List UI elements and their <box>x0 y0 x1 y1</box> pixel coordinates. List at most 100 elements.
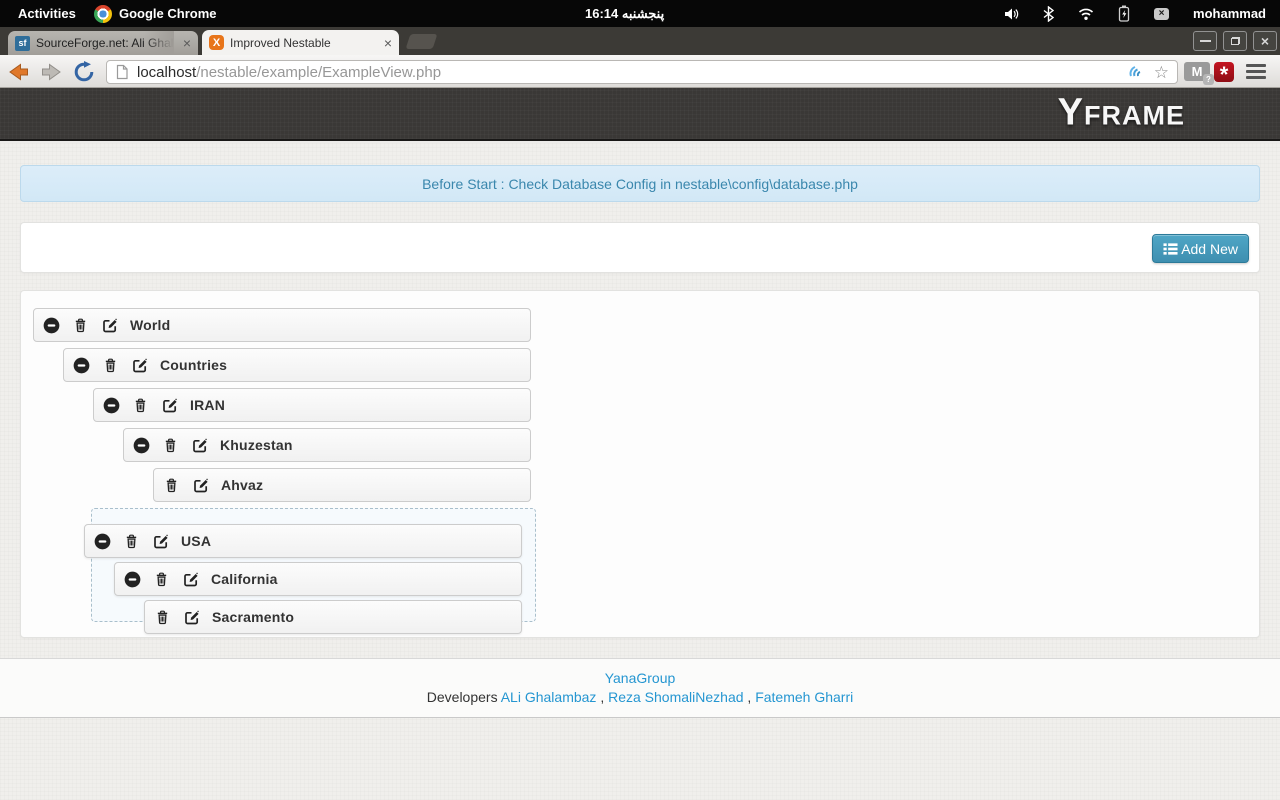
tab-close-button[interactable]: × <box>384 36 392 50</box>
chrome-logo-icon <box>94 4 112 23</box>
tree-item: IRAN Khuzestan Ahvaz <box>93 388 531 502</box>
window-minimize-button[interactable] <box>1193 31 1217 51</box>
tree-item-label: USA <box>181 533 212 549</box>
forward-button[interactable] <box>39 60 63 84</box>
list-icon <box>1163 242 1178 256</box>
edit-button[interactable] <box>131 357 148 374</box>
window-close-button[interactable]: × <box>1253 31 1277 51</box>
bluetooth-icon[interactable] <box>1043 5 1055 22</box>
developer-link[interactable]: Fatemeh Gharri <box>755 689 853 705</box>
collapse-button[interactable] <box>94 533 111 550</box>
developers-prefix: Developers <box>426 689 498 705</box>
page-content: Before Start : Check Database Config in … <box>0 143 1280 800</box>
back-button[interactable] <box>7 60 31 84</box>
tree-row-sacramento[interactable]: Sacramento <box>144 600 522 634</box>
tree-item-label: Ahvaz <box>221 477 264 493</box>
delete-button[interactable] <box>162 437 179 454</box>
edit-button[interactable] <box>183 609 200 626</box>
clock[interactable]: 16:14 پنجشنبه <box>585 0 664 27</box>
sourceforge-favicon: sf <box>15 35 30 51</box>
address-bar[interactable]: localhost/nestable/example/ExampleView.p… <box>106 60 1178 84</box>
site-header: YFRAME <box>0 88 1280 141</box>
dragging-group[interactable]: USA California Sacramento <box>84 524 522 638</box>
wifi-icon[interactable] <box>1078 7 1094 21</box>
page-icon <box>116 64 128 80</box>
xampp-favicon: X <box>209 35 224 50</box>
delete-button[interactable] <box>163 477 180 494</box>
separator: , <box>596 689 609 705</box>
tree-item-label: California <box>211 571 278 587</box>
minimize-icon <box>1199 40 1211 42</box>
tree-row-world[interactable]: World <box>33 308 531 342</box>
tab-strip: sf SourceForge.net: Ali Ghal × X Improve… <box>0 27 1280 55</box>
volume-icon[interactable] <box>1003 6 1019 22</box>
separator: , <box>743 689 756 705</box>
delete-button[interactable] <box>123 533 140 550</box>
new-tab-button[interactable] <box>405 34 438 49</box>
lastpass-extension-icon[interactable]: * <box>1214 62 1234 87</box>
reload-button[interactable] <box>72 60 96 84</box>
tree-row-california[interactable]: California <box>114 562 522 596</box>
tree-item: Khuzestan Ahvaz <box>123 428 531 502</box>
tree-item-label: Sacramento <box>212 609 295 625</box>
edit-button[interactable] <box>182 571 199 588</box>
tree-row-ahvaz[interactable]: Ahvaz <box>153 468 531 502</box>
restore-icon <box>1230 37 1240 45</box>
delete-button[interactable] <box>132 397 149 414</box>
page-footer: YanaGroup Developers ALi Ghalambaz , Rez… <box>0 658 1280 718</box>
edit-button[interactable] <box>192 477 209 494</box>
yanagroup-link[interactable]: YanaGroup <box>605 670 676 686</box>
app-menu-label: Google Chrome <box>119 6 217 21</box>
edit-button[interactable] <box>101 317 118 334</box>
tree-row-countries[interactable]: Countries <box>63 348 531 382</box>
tree-row-khuzestan[interactable]: Khuzestan <box>123 428 531 462</box>
bookmark-star-icon[interactable]: ☆ <box>1154 64 1169 81</box>
nestable-list: World Countries IRAN Khuzestan Ahvaz <box>33 308 531 508</box>
delete-button[interactable] <box>153 571 170 588</box>
edit-button[interactable] <box>161 397 178 414</box>
delete-button[interactable] <box>72 317 89 334</box>
app-menu[interactable]: Google Chrome <box>94 0 217 27</box>
yframe-logo: YFRAME <box>1057 91 1185 134</box>
browser-toolbar: localhost/nestable/example/ExampleView.p… <box>0 55 1280 88</box>
url-text: localhost/nestable/example/ExampleView.p… <box>137 63 442 81</box>
page-action-icon[interactable] <box>1128 64 1146 80</box>
developer-link[interactable]: Reza ShomaliNezhad <box>608 689 743 705</box>
desktop-screen: Activities Google Chrome 16:14 پنجشنبه ×… <box>0 0 1280 800</box>
collapse-button[interactable] <box>124 571 141 588</box>
user-menu[interactable]: mohammad <box>1193 6 1266 21</box>
tree-item: Ahvaz <box>153 468 531 502</box>
tab-sourceforge[interactable]: sf SourceForge.net: Ali Ghal × <box>8 31 198 55</box>
tab-title: Improved Nestable <box>230 35 331 50</box>
developer-link[interactable]: ALi Ghalambaz <box>501 689 597 705</box>
delete-button[interactable] <box>102 357 119 374</box>
edit-button[interactable] <box>191 437 208 454</box>
gmail-badge: ? <box>1203 74 1214 85</box>
gmail-extension-icon[interactable]: M ? <box>1184 62 1214 85</box>
tree-row-iran[interactable]: IRAN <box>93 388 531 422</box>
tree-item-label: Khuzestan <box>220 437 293 453</box>
activities-button[interactable]: Activities <box>18 0 76 27</box>
chrome-menu-button[interactable] <box>1246 64 1266 79</box>
toolbar-panel: Add New <box>20 222 1260 273</box>
delete-button[interactable] <box>154 609 171 626</box>
battery-icon[interactable] <box>1118 5 1130 22</box>
edit-button[interactable] <box>152 533 169 550</box>
tree-item-label: Countries <box>160 357 228 373</box>
collapse-button[interactable] <box>133 437 150 454</box>
window-restore-button[interactable] <box>1223 31 1247 51</box>
tree-item-label: World <box>130 317 171 333</box>
collapse-button[interactable] <box>103 397 120 414</box>
tab-improved-nestable[interactable]: X Improved Nestable × <box>202 30 399 55</box>
tree-item: Countries IRAN Khuzestan Ahvaz <box>63 348 531 502</box>
im-status-icon[interactable]: × <box>1154 7 1170 20</box>
tree-item-label: IRAN <box>190 397 226 413</box>
collapse-button[interactable] <box>73 357 90 374</box>
info-alert: Before Start : Check Database Config in … <box>20 165 1260 202</box>
add-new-button[interactable]: Add New <box>1152 234 1249 263</box>
tab-close-button[interactable]: × <box>183 36 191 50</box>
collapse-button[interactable] <box>43 317 60 334</box>
tree-item: World Countries IRAN Khuzestan Ahvaz <box>33 308 531 502</box>
tree-row-usa[interactable]: USA <box>84 524 522 558</box>
tab-title-fade <box>144 31 174 55</box>
